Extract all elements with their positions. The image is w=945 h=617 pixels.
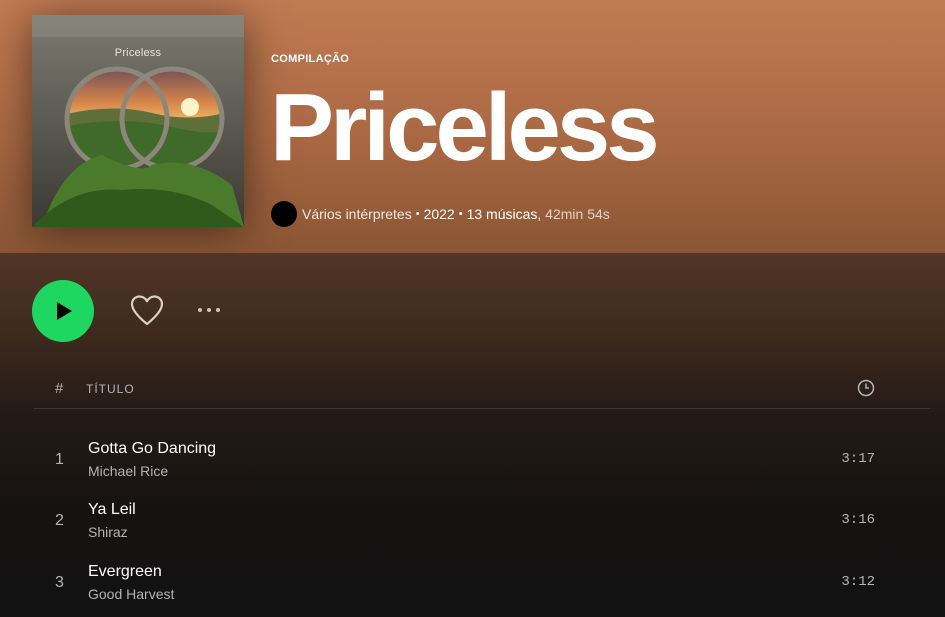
more-options-button[interactable] xyxy=(192,300,226,320)
cover-title: Priceless xyxy=(114,47,162,59)
track-row[interactable]: 1 Gotta Go Dancing Michael Rice 3:17 xyxy=(34,436,930,492)
track-title[interactable]: Evergreen xyxy=(88,563,162,581)
track-duration: 3:16 xyxy=(841,512,875,528)
artist-link[interactable]: Vários intérpretes xyxy=(302,206,412,222)
track-number: 2 xyxy=(55,512,64,529)
track-artist[interactable]: Michael Rice xyxy=(88,463,168,479)
more-icon xyxy=(207,308,211,312)
track-number: 3 xyxy=(55,574,64,591)
separator-dot: • xyxy=(458,208,463,220)
track-title[interactable]: Ya Leil xyxy=(88,501,136,519)
track-count: 13 músicas, xyxy=(466,206,542,222)
album-type-label: COMPILAÇÃO xyxy=(271,53,350,65)
total-duration: 42min 54s xyxy=(541,206,610,222)
track-duration: 3:17 xyxy=(841,451,875,467)
more-icon xyxy=(198,308,202,312)
album-title: Priceless xyxy=(270,74,660,181)
separator-dot: • xyxy=(415,208,420,220)
track-title[interactable]: Gotta Go Dancing xyxy=(88,440,216,458)
artist-avatar[interactable] xyxy=(271,201,297,227)
track-duration: 3:12 xyxy=(841,574,875,590)
header-title: TÍTULO xyxy=(86,382,135,396)
album-meta: Vários intérpretes • 2022 • 13 músicas, … xyxy=(271,200,610,228)
album-cover[interactable]: Priceless xyxy=(32,15,244,227)
like-button[interactable] xyxy=(128,292,166,330)
header-number: # xyxy=(55,380,65,397)
track-row[interactable]: 3 Evergreen Good Harvest 3:12 xyxy=(34,559,930,615)
play-icon xyxy=(57,302,72,320)
more-icon xyxy=(216,308,220,312)
play-button[interactable] xyxy=(32,280,94,342)
heart-icon xyxy=(130,295,164,326)
track-row[interactable]: 2 Ya Leil Shiraz 3:16 xyxy=(34,497,930,553)
track-artist[interactable]: Shiraz xyxy=(88,524,128,540)
track-list-header: # TÍTULO xyxy=(34,376,930,409)
release-year: 2022 xyxy=(423,206,455,222)
track-number: 1 xyxy=(55,451,64,468)
track-artist[interactable]: Good Harvest xyxy=(88,586,174,602)
clock-icon xyxy=(857,379,875,397)
